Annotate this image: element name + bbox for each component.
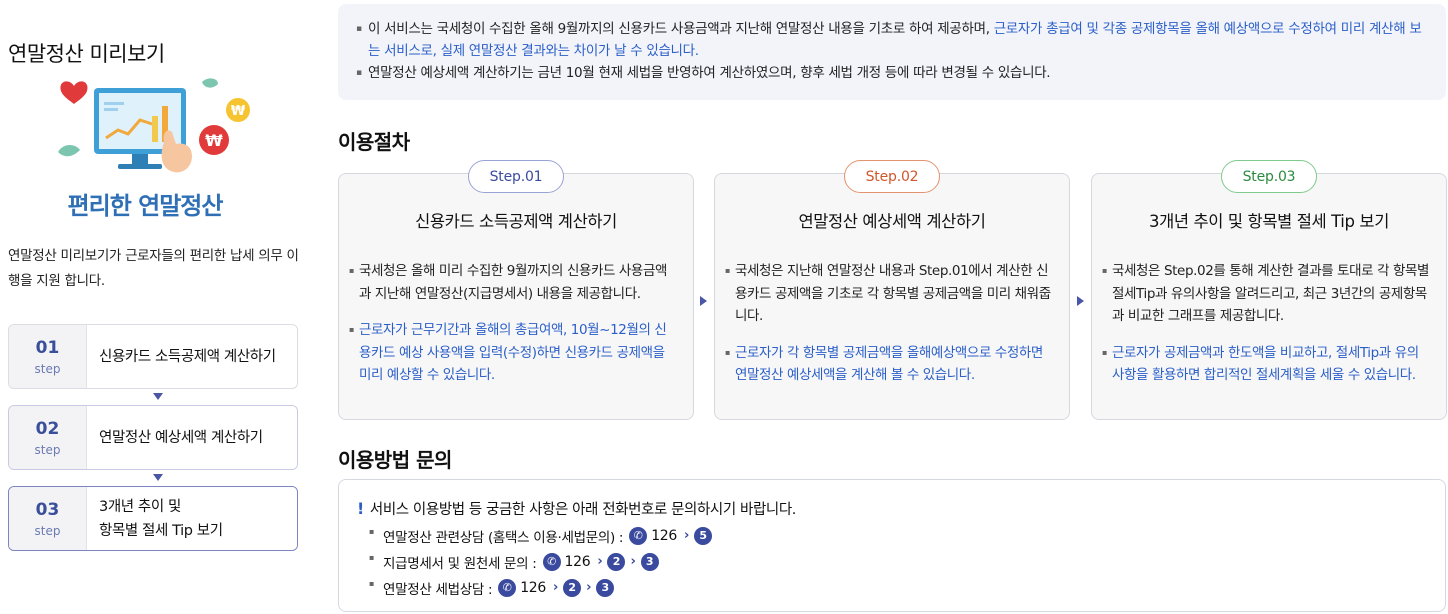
card-bullet-highlight: 근로자가 공제금액과 한도액을 비교하고, 절세Tip과 유의사항을 활용하면 … bbox=[1102, 342, 1430, 387]
step-sub-label: step bbox=[34, 523, 61, 538]
phone-icon: ✆ bbox=[629, 526, 648, 545]
card-bullet: 국세청은 Step.02를 통해 계산한 결과를 토대로 각 항목별 절세Tip… bbox=[1102, 260, 1430, 328]
notice-line-2: 연말정산 예상세액 계산하기는 금년 10월 현재 세법을 반영하여 계산하였으… bbox=[356, 62, 1428, 84]
inquiry-item: 연말정산 관련상담 (홈택스 이용·세법문의) : ✆ 126 › 5 bbox=[369, 526, 1445, 546]
down-arrow-icon bbox=[153, 393, 163, 400]
step-label: 연말정산 예상세액 계산하기 bbox=[87, 406, 297, 469]
card-bullet: 국세청은 지난해 연말정산 내용과 Step.01에서 계산한 신용카드 공제액… bbox=[725, 260, 1053, 328]
step-number: 03 bbox=[35, 499, 60, 520]
notice-text: 이 서비스는 국세청이 수집한 올해 9월까지의 신용카드 사용금액과 지난해 … bbox=[368, 21, 994, 37]
step-number: 02 bbox=[35, 418, 60, 439]
phone-icon: ✆ bbox=[498, 578, 517, 597]
card-bullet-highlight: 근로자가 각 항목별 공제금액을 올해예상액으로 수정하면 연말정산 예상세액을… bbox=[725, 342, 1053, 387]
step-label-line1: 3개년 추이 및 bbox=[99, 498, 181, 515]
chevron-right-icon: › bbox=[630, 554, 636, 569]
step-number-badge: 01 step bbox=[9, 325, 87, 388]
menu-number-badge: 2 bbox=[563, 578, 582, 597]
card-bullet: 국세청은 올해 미리 수집한 9월까지의 신용카드 사용금액과 지난해 연말정산… bbox=[349, 260, 677, 305]
svg-text:₩: ₩ bbox=[231, 104, 246, 119]
sidebar-step-2[interactable]: 02 step 연말정산 예상세액 계산하기 bbox=[8, 405, 298, 470]
step-label-line2: 항목별 절세 Tip 보기 bbox=[99, 522, 223, 539]
menu-number-badge: 3 bbox=[640, 552, 659, 571]
card-title: 신용카드 소득공제액 계산하기 bbox=[415, 212, 617, 231]
right-arrow-icon bbox=[1077, 296, 1084, 306]
menu-number-badge: 3 bbox=[596, 578, 615, 597]
card-title: 연말정산 예상세액 계산하기 bbox=[798, 212, 986, 231]
card-body: 국세청은 Step.02를 통해 계산한 결과를 토대로 각 항목별 절세Tip… bbox=[1102, 260, 1430, 401]
step-number-badge: 03 step bbox=[9, 487, 87, 550]
inquiry-title: 이용방법 문의 bbox=[338, 448, 452, 472]
step-sub-label: step bbox=[34, 361, 61, 376]
procedure-card-step3: Step.03 3개년 추이 및 항목별 절세 Tip 보기 국세청은 Step… bbox=[1091, 160, 1447, 420]
card-bullet-highlight: 근로자가 근무기간과 올해의 총급여액, 10월~12월의 신용카드 예상 사용… bbox=[349, 319, 677, 387]
chevron-right-icon: › bbox=[586, 580, 592, 595]
sidebar-step-1[interactable]: 01 step 신용카드 소득공제액 계산하기 bbox=[8, 324, 298, 389]
card-body: 국세청은 올해 미리 수집한 9월까지의 신용카드 사용금액과 지난해 연말정산… bbox=[349, 260, 677, 401]
sidebar: 연말정산 미리보기 ₩ ₩ 편리한 연말정산 연말정산 미리보기가 근로자들의 … bbox=[0, 0, 310, 614]
step-pill: Step.01 bbox=[468, 160, 564, 193]
step-label: 신용카드 소득공제액 계산하기 bbox=[87, 325, 297, 388]
chevron-right-icon: › bbox=[553, 580, 559, 595]
step-pill: Step.02 bbox=[844, 160, 940, 193]
procedure-card-step1: Step.01 신용카드 소득공제액 계산하기 국세청은 올해 미리 수집한 9… bbox=[338, 160, 694, 420]
notice-line-1: 이 서비스는 국세청이 수집한 올해 9월까지의 신용카드 사용금액과 지난해 … bbox=[356, 18, 1428, 62]
step-sub-label: step bbox=[34, 442, 61, 457]
phone-number: 126 bbox=[651, 527, 678, 544]
inquiry-item: 지급명세서 및 원천세 문의 : ✆ 126 › 2 › 3 bbox=[369, 552, 1445, 572]
phone-icon: ✆ bbox=[542, 552, 561, 571]
procedure-title: 이용절차 bbox=[338, 130, 410, 154]
phone-number: 126 bbox=[520, 579, 547, 596]
step-number-badge: 02 step bbox=[9, 406, 87, 469]
illustration-caption: 편리한 연말정산 bbox=[67, 192, 224, 220]
step-label: 3개년 추이 및 항목별 절세 Tip 보기 bbox=[87, 487, 297, 550]
menu-number-badge: 2 bbox=[607, 552, 626, 571]
down-arrow-icon bbox=[153, 474, 163, 481]
svg-text:₩: ₩ bbox=[205, 131, 223, 150]
menu-number-badge: 5 bbox=[694, 526, 713, 545]
sidebar-description: 연말정산 미리보기가 근로자들의 편리한 납세 의무 이행을 지원 합니다. bbox=[8, 248, 299, 289]
step-number: 01 bbox=[35, 337, 60, 358]
inquiry-item-label: 연말정산 관련상담 (홈택스 이용·세법문의) : bbox=[383, 529, 624, 546]
sidebar-title: 연말정산 미리보기 bbox=[8, 42, 165, 66]
exclamation-icon: ! bbox=[357, 499, 364, 518]
inquiry-lead-text: 서비스 이용방법 등 궁금한 사항은 아래 전화번호로 문의하시기 바랍니다. bbox=[369, 502, 796, 518]
right-arrow-icon bbox=[700, 296, 707, 306]
chevron-right-icon: › bbox=[684, 528, 690, 543]
sidebar-step-3[interactable]: 03 step 3개년 추이 및 항목별 절세 Tip 보기 bbox=[8, 486, 298, 551]
inquiry-item: 연말정산 세법상담 : ✆ 126 › 2 › 3 bbox=[369, 578, 1445, 598]
inquiry-box: ! 서비스 이용방법 등 궁금한 사항은 아래 전화번호로 문의하시기 바랍니다… bbox=[338, 479, 1446, 612]
procedure-card-step2: Step.02 연말정산 예상세액 계산하기 국세청은 지난해 연말정산 내용과… bbox=[714, 160, 1070, 420]
inquiry-item-label: 지급명세서 및 원천세 문의 : bbox=[383, 555, 537, 572]
inquiry-lead: ! 서비스 이용방법 등 궁금한 사항은 아래 전화번호로 문의하시기 바랍니다… bbox=[357, 498, 1445, 519]
notice-box: 이 서비스는 국세청이 수집한 올해 9월까지의 신용카드 사용금액과 지난해 … bbox=[338, 4, 1446, 100]
monitor-illustration-icon: ₩ ₩ bbox=[58, 78, 250, 173]
card-body: 국세청은 지난해 연말정산 내용과 Step.01에서 계산한 신용카드 공제액… bbox=[725, 260, 1053, 401]
step-pill: Step.03 bbox=[1221, 160, 1317, 193]
chevron-right-icon: › bbox=[597, 554, 603, 569]
card-title: 3개년 추이 및 항목별 절세 Tip 보기 bbox=[1149, 212, 1389, 231]
phone-number: 126 bbox=[564, 553, 591, 570]
inquiry-item-label: 연말정산 세법상담 : bbox=[383, 581, 493, 598]
